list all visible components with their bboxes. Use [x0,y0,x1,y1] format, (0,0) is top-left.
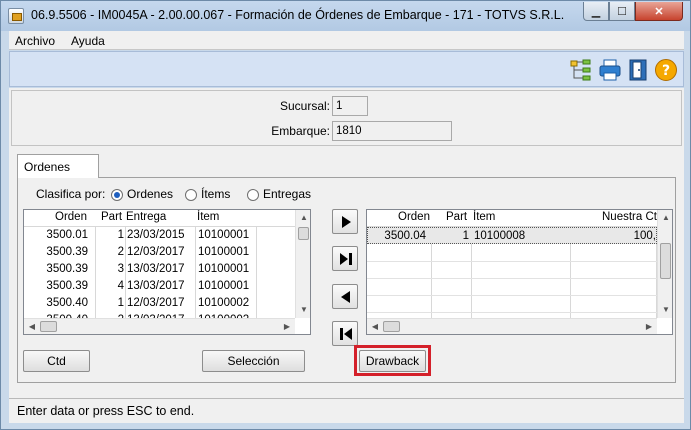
left-col-part[interactable]: Part [101,211,122,223]
table-row[interactable]: 3500.39 4 13/03/2017 10100001 [24,278,296,295]
radio-ordenes-label: Ordenes [127,187,174,201]
maximize-button[interactable]: ☐ [609,2,635,21]
scroll-up-icon[interactable]: ▲ [658,210,672,226]
app-icon [8,8,24,24]
status-text: Enter data or press ESC to end. [17,404,195,418]
arrow-last-icon [340,253,352,265]
printer-icon[interactable] [598,58,622,82]
svg-text:?: ? [662,63,670,79]
table-row[interactable]: 3500.39 3 13/03/2017 10100001 [24,261,296,278]
tab-ordenes-label: Ordenes [24,160,71,174]
left-orders-grid[interactable]: Orden Part Entrega Ítem 3500.01 1 23/03/… [23,209,311,335]
move-right-button[interactable] [332,209,358,234]
scroll-left-icon[interactable]: ◀ [367,319,383,334]
status-bar: Enter data or press ESC to end. [9,398,684,423]
left-grid-header: Orden Part Entrega Ítem [24,210,296,227]
scroll-down-icon[interactable]: ▼ [296,302,310,318]
move-all-left-button[interactable] [332,321,358,346]
right-col-orden[interactable]: Orden [398,211,430,223]
app-window: 06.9.5506 - IM0045A - 2.00.00.067 - Form… [0,0,691,430]
table-row[interactable]: 3500.39 2 12/03/2017 10100001 [24,244,296,261]
radio-items[interactable] [185,189,197,201]
tree-icon[interactable] [569,58,593,82]
sort-label: Clasifica por: [36,187,106,201]
left-vscroll-thumb[interactable] [298,227,309,240]
radio-entregas-label: Entregas [263,187,312,201]
exit-door-icon[interactable] [626,58,650,82]
left-grid-hscroll[interactable]: ◀ ▶ [24,318,295,334]
left-hscroll-thumb[interactable] [40,321,57,332]
minimize-icon: ▁ [591,5,601,18]
arrow-right-icon [342,216,351,228]
scroll-up-icon[interactable]: ▲ [296,210,310,226]
arrow-left-icon [341,291,350,303]
left-grid-vscroll[interactable]: ▲ ▼ [295,210,310,318]
table-row[interactable]: 3500.40 1 12/03/2017 10100002 [24,295,296,312]
drawback-button[interactable]: Drawback [359,350,426,372]
right-grid-header: Orden Part Ítem Nuestra Ctd [367,210,663,227]
right-hscroll-thumb[interactable] [383,321,400,332]
radio-ordenes[interactable] [111,189,123,201]
scroll-left-icon[interactable]: ◀ [24,319,40,334]
sucursal-field[interactable]: 1 [332,96,368,116]
seleccion-button[interactable]: Selección [202,350,305,372]
ordenes-panel: Clasifica por: Ordenes Ítems Entregas Or… [17,177,676,383]
content-area: Sucursal: 1 Embarque: 1810 Ordenes Clasi… [9,88,684,398]
header-panel: Sucursal: 1 Embarque: 1810 [11,90,682,146]
right-vscroll-thumb[interactable] [660,243,671,279]
scroll-down-icon[interactable]: ▼ [658,302,672,318]
right-col-nuestra-ctd[interactable]: Nuestra Ctd [602,211,663,223]
right-col-item[interactable]: Ítem [473,211,495,223]
move-all-right-button[interactable] [332,246,358,271]
embarque-label: Embarque: [271,124,330,138]
embarque-field[interactable]: 1810 [332,121,452,141]
window-title: 06.9.5506 - IM0045A - 2.00.00.067 - Form… [31,8,565,22]
ctd-button[interactable]: Ctd [23,350,90,372]
radio-items-label: Ítems [201,187,231,201]
title-bar: 06.9.5506 - IM0045A - 2.00.00.067 - Form… [1,1,690,31]
right-grid-vscroll[interactable]: ▲ ▼ [657,210,672,318]
left-col-item[interactable]: Ítem [197,211,219,223]
left-col-orden[interactable]: Orden [55,211,87,223]
menu-ayuda[interactable]: Ayuda [71,34,105,48]
left-col-entrega[interactable]: Entrega [126,211,166,223]
menu-archivo[interactable]: Archivo [15,34,55,48]
tab-ordenes[interactable]: Ordenes [17,154,99,178]
arrow-first-icon [340,328,352,340]
right-col-part[interactable]: Part [446,211,467,223]
radio-entregas[interactable] [247,189,259,201]
sucursal-label: Sucursal: [279,99,330,113]
table-row[interactable]: 3500.01 1 23/03/2015 10100001 [24,227,296,244]
minimize-button[interactable]: ▁ [583,2,609,21]
right-selected-grid[interactable]: Orden Part Ítem Nuestra Ctd 3500.04 1 10… [366,209,673,335]
toolbar: ? [9,51,684,87]
close-icon: ✕ [654,5,664,18]
close-button[interactable]: ✕ [635,2,683,21]
scroll-right-icon[interactable]: ▶ [279,319,295,334]
help-icon[interactable]: ? [654,58,678,82]
scroll-right-icon[interactable]: ▶ [641,319,657,334]
table-row[interactable]: 3500.04 1 10100008 100, [367,227,657,244]
right-grid-hscroll[interactable]: ◀ ▶ [367,318,657,334]
move-left-button[interactable] [332,284,358,309]
maximize-icon: ☐ [617,5,627,18]
menu-bar: Archivo Ayuda [9,31,684,50]
